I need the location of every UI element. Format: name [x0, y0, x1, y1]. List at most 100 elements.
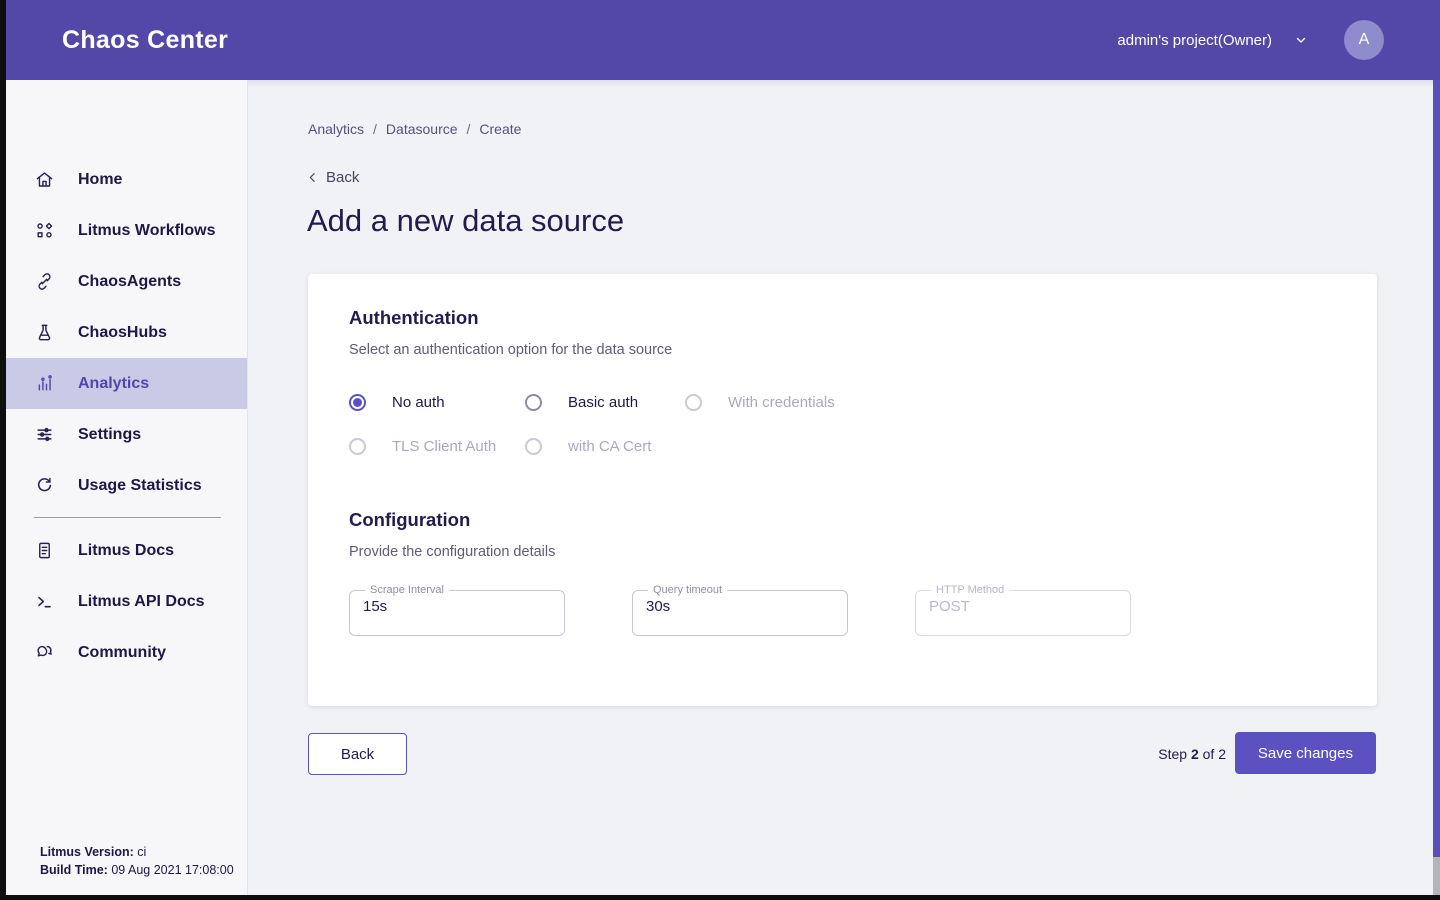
configuration-subtitle: Provide the configuration details	[349, 544, 1336, 560]
radio-selected-icon[interactable]	[349, 394, 366, 411]
breadcrumb-separator: /	[373, 121, 377, 137]
link-icon	[34, 272, 54, 292]
chat-icon	[34, 643, 54, 663]
scrape-interval-value[interactable]: 15s	[363, 596, 551, 615]
radio-disabled-icon	[685, 394, 702, 411]
http-method-label: HTTP Method	[931, 584, 1009, 596]
sidebar-item-usage-statistics[interactable]: Usage Statistics	[6, 460, 247, 511]
auth-options: No auth Basic auth With credentials	[349, 394, 1336, 455]
sidebar-item-community[interactable]: Community	[6, 627, 247, 678]
sidebar: Home Litmus Workflows ChaosAgents ChaosH…	[6, 80, 248, 895]
sidebar-item-home[interactable]: Home	[6, 154, 247, 205]
radio-tls-client-auth: TLS Client Auth	[349, 438, 525, 455]
chevron-down-icon	[1294, 33, 1308, 47]
document-icon	[34, 541, 54, 561]
radio-no-auth[interactable]: No auth	[349, 394, 525, 411]
scrape-interval-field[interactable]: Scrape Interval 15s	[349, 584, 565, 636]
datasource-form-card: Authentication Select an authentication …	[308, 274, 1377, 706]
sidebar-item-litmus-workflows[interactable]: Litmus Workflows	[6, 205, 247, 256]
build-label: Build Time:	[40, 863, 108, 877]
query-timeout-field[interactable]: Query timeout 30s	[632, 584, 848, 636]
app-title: Chaos Center	[62, 26, 228, 55]
terminal-icon	[34, 592, 54, 612]
scrollbar-track[interactable]	[1433, 80, 1440, 895]
authentication-heading: Authentication	[349, 307, 1336, 329]
radio-disabled-icon	[525, 438, 542, 455]
breadcrumb-separator: /	[467, 121, 471, 137]
radio-unselected-icon[interactable]	[525, 394, 542, 411]
page-title: Add a new data source	[307, 203, 624, 239]
back-link[interactable]: Back	[306, 169, 359, 186]
avatar-initial: A	[1359, 31, 1370, 49]
sidebar-divider	[34, 517, 221, 518]
step-indicator: Step 2 of 2	[1158, 746, 1226, 762]
step-current: 2	[1191, 746, 1199, 762]
sidebar-item-label: Home	[78, 171, 122, 189]
scrollbar-thumb[interactable]	[1433, 80, 1440, 857]
build-time-line: Build Time: 09 Aug 2021 17:08:00	[40, 861, 234, 879]
step-of: of	[1203, 746, 1215, 762]
build-value: 09 Aug 2021 17:08:00	[111, 863, 233, 877]
sidebar-item-analytics[interactable]: Analytics	[6, 358, 247, 409]
sidebar-item-label: Litmus Docs	[78, 542, 174, 560]
sidebar-item-label: Litmus API Docs	[78, 593, 205, 611]
radio-disabled-icon	[349, 438, 366, 455]
home-icon	[34, 170, 54, 190]
radio-with-credentials: With credentials	[685, 394, 1336, 411]
http-method-field[interactable]: HTTP Method POST	[915, 584, 1131, 636]
sidebar-item-litmus-api-docs[interactable]: Litmus API Docs	[6, 576, 247, 627]
radio-label: With credentials	[728, 394, 835, 411]
sidebar-item-litmus-docs[interactable]: Litmus Docs	[6, 525, 247, 576]
scrape-interval-label: Scrape Interval	[365, 584, 449, 596]
query-timeout-value[interactable]: 30s	[646, 596, 834, 615]
sidebar-item-chaoshubs[interactable]: ChaosHubs	[6, 307, 247, 358]
litmus-version-line: Litmus Version: ci	[40, 843, 234, 861]
step-total: 2	[1218, 746, 1226, 762]
radio-with-ca-cert: with CA Cert	[525, 438, 685, 455]
back-link-label: Back	[326, 169, 359, 186]
sidebar-item-label: Litmus Workflows	[78, 222, 216, 240]
authentication-section: Authentication Select an authentication …	[349, 307, 1336, 455]
radio-basic-auth[interactable]: Basic auth	[525, 394, 685, 411]
sliders-icon	[34, 425, 54, 445]
version-info: Litmus Version: ci Build Time: 09 Aug 20…	[40, 843, 234, 879]
http-method-placeholder[interactable]: POST	[929, 596, 1117, 615]
version-label: Litmus Version:	[40, 845, 134, 859]
flask-icon	[34, 323, 54, 343]
avatar[interactable]: A	[1344, 20, 1384, 60]
version-value: ci	[137, 845, 146, 859]
sidebar-item-label: Usage Statistics	[78, 477, 202, 495]
radio-label: with CA Cert	[568, 438, 651, 455]
sidebar-item-chaosagents[interactable]: ChaosAgents	[6, 256, 247, 307]
sidebar-item-label: Analytics	[78, 375, 149, 393]
top-header: Chaos Center admin's project(Owner) A	[0, 0, 1440, 80]
sidebar-item-label: Settings	[78, 426, 141, 444]
configuration-heading: Configuration	[349, 509, 1336, 531]
refresh-icon	[34, 476, 54, 496]
project-selector[interactable]: admin's project(Owner)	[1117, 32, 1308, 49]
configuration-fields: Scrape Interval 15s Query timeout 30s HT…	[349, 584, 1336, 636]
app-window: Chaos Center admin's project(Owner) A Ho…	[0, 0, 1440, 900]
sidebar-item-settings[interactable]: Settings	[6, 409, 247, 460]
breadcrumb-create[interactable]: Create	[479, 121, 521, 137]
workflows-icon	[34, 221, 54, 241]
sidebar-item-label: Community	[78, 644, 166, 662]
radio-label: No auth	[392, 394, 445, 411]
breadcrumb-datasource[interactable]: Datasource	[386, 121, 458, 137]
window-edge-bottom	[0, 895, 1440, 900]
back-button[interactable]: Back	[308, 733, 407, 775]
breadcrumb: Analytics / Datasource / Create	[308, 121, 521, 137]
main-content: Analytics / Datasource / Create Back Add…	[248, 80, 1440, 895]
step-prefix: Step	[1158, 746, 1187, 762]
window-edge-left	[0, 0, 6, 900]
save-changes-button[interactable]: Save changes	[1235, 732, 1376, 774]
sidebar-nav: Home Litmus Workflows ChaosAgents ChaosH…	[6, 80, 247, 678]
breadcrumb-analytics[interactable]: Analytics	[308, 121, 364, 137]
sidebar-item-label: ChaosAgents	[78, 273, 181, 291]
project-selector-label: admin's project(Owner)	[1117, 32, 1272, 49]
configuration-section: Configuration Provide the configuration …	[349, 509, 1336, 636]
radio-label: TLS Client Auth	[392, 438, 496, 455]
sidebar-item-label: ChaosHubs	[78, 324, 167, 342]
authentication-subtitle: Select an authentication option for the …	[349, 342, 1336, 358]
chevron-left-icon	[306, 171, 319, 184]
